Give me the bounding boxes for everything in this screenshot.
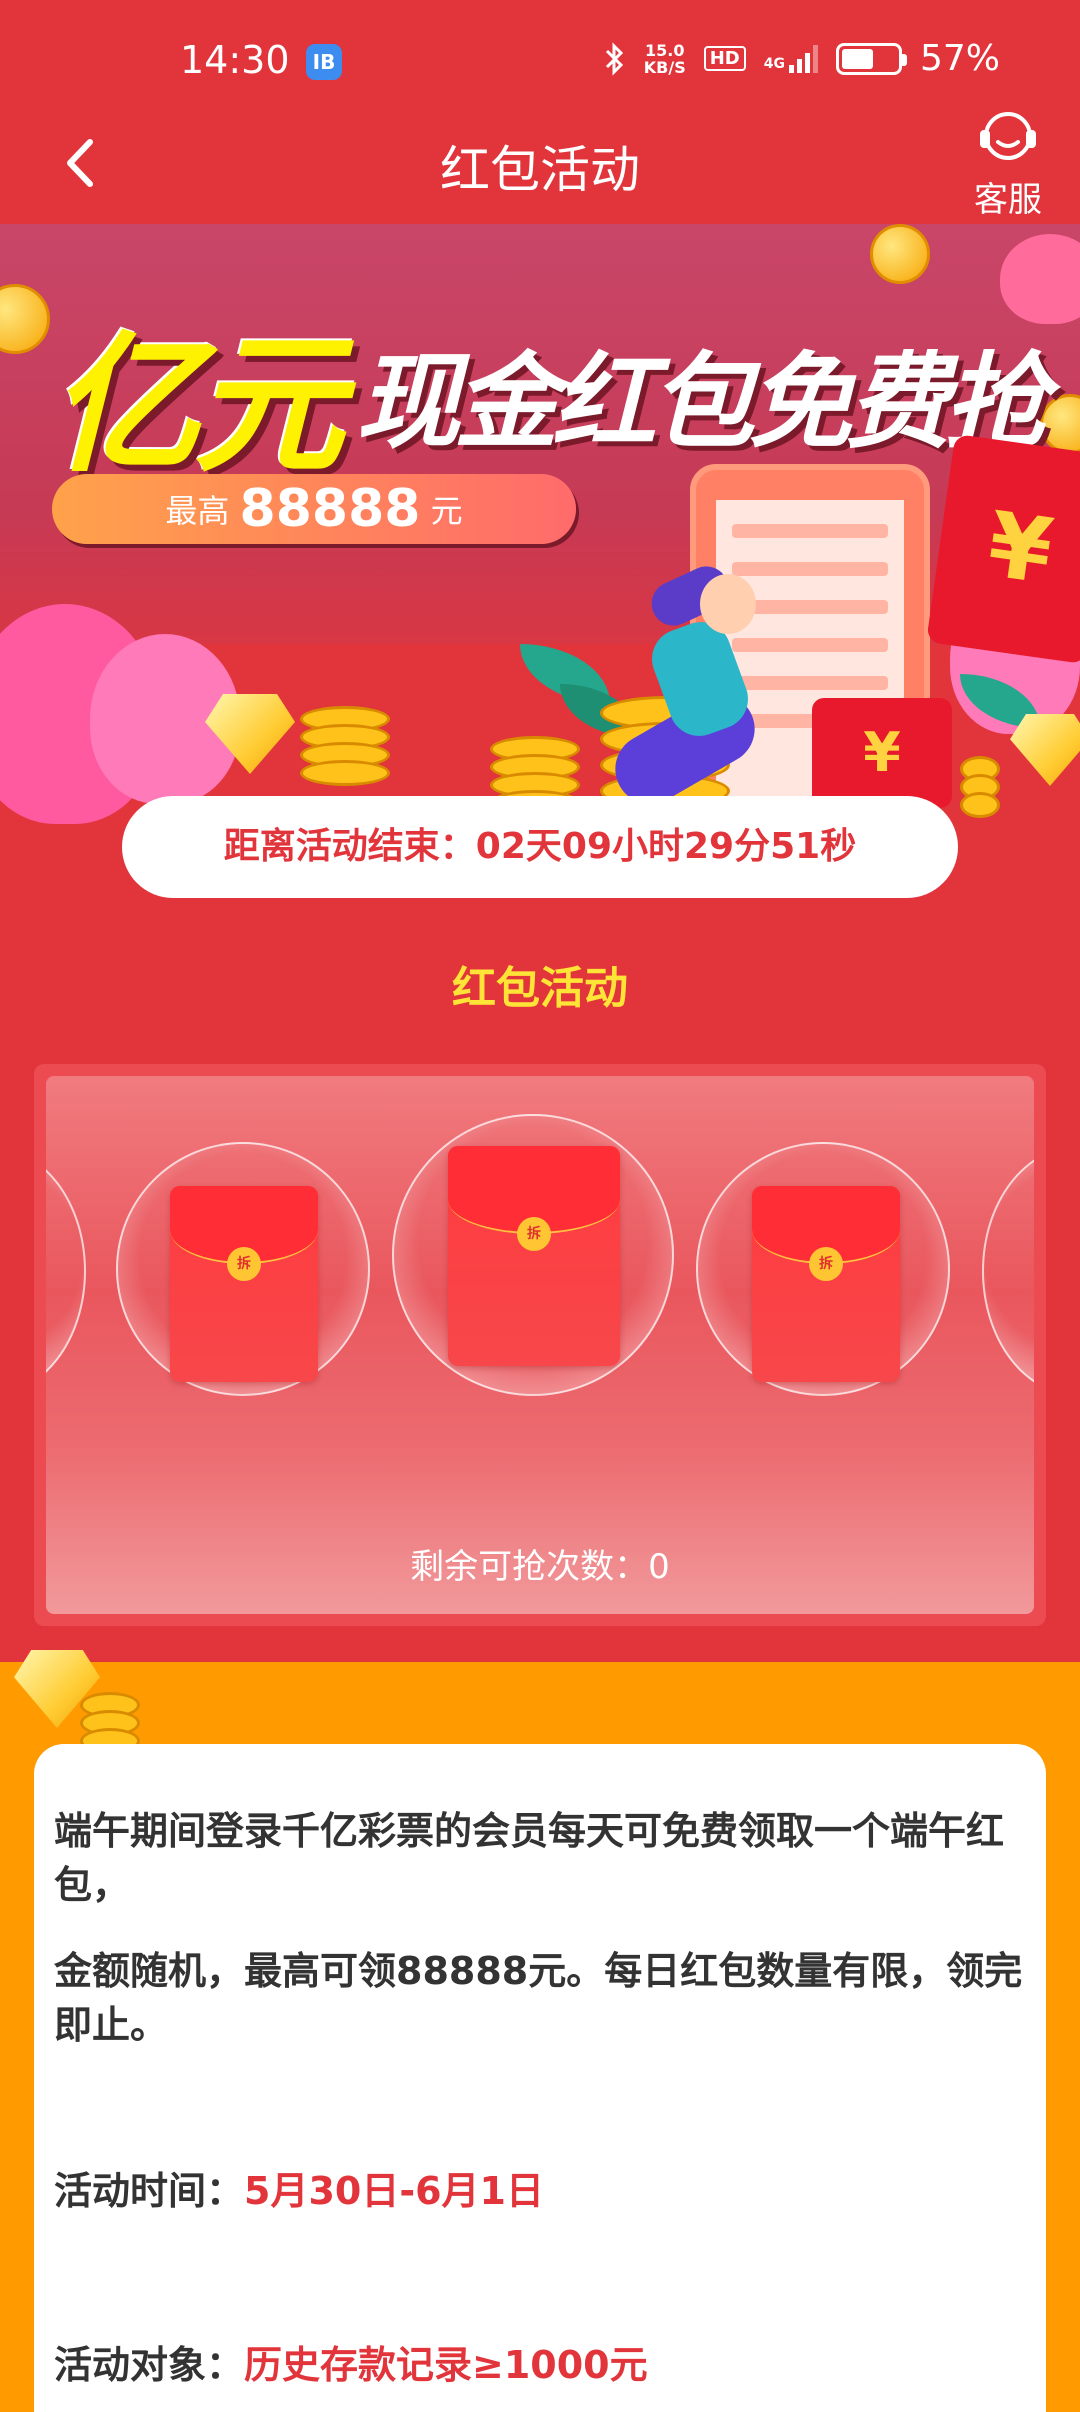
net-speed: 15.0 KB/S (643, 40, 686, 77)
red-packet[interactable]: 拆 (752, 1186, 900, 1382)
max-amount-pill: 最高 88888 元 (52, 474, 576, 544)
red-packet-bubble[interactable]: 拆 (392, 1114, 674, 1396)
page-title: 红包活动 (440, 141, 640, 199)
banner-sub-text: 现金红包免费抢 (356, 341, 1048, 463)
status-indicators: 15.0 KB/S HD 4G 57% (604, 38, 1000, 79)
packet-seal-icon: 拆 (227, 1247, 261, 1282)
packet-seal-icon: 拆 (809, 1247, 843, 1282)
coin-icon (1040, 394, 1080, 454)
banner-big-text: 亿元 (50, 319, 344, 493)
battery-icon (835, 42, 907, 75)
coin-icon (870, 224, 930, 284)
nav-bar: 红包活动 客服 (0, 100, 1080, 224)
status-time: 14:30 (180, 38, 290, 82)
section-title: 红包活动 (452, 963, 628, 1014)
signal-indicator: 4G (764, 44, 818, 73)
bluetooth-icon (605, 41, 623, 76)
info-paragraph: 金额随机，最高可领88888元。每日红包数量有限，领完即止。 (54, 1949, 1023, 2047)
red-packet[interactable]: 拆 (170, 1186, 318, 1382)
countdown-timer: 距离活动结束：02天09小时29分51秒 (122, 796, 958, 898)
customer-service-button[interactable]: 客服 (960, 108, 1056, 220)
battery-percent: 57% (919, 38, 1000, 79)
activity-target-value: 历史存款记录≥1000元 (244, 2343, 648, 2387)
red-packet-panel: 拆 拆 拆 剩余可抢次数：0 (34, 1064, 1046, 1626)
red-packet-carousel: 拆 拆 拆 剩余可抢次数：0 (46, 1076, 1034, 1614)
coin-stack-icon (300, 706, 390, 786)
promo-banner: 亿元 现金红包免费抢 最高 88888 元 ¥ ¥ (0, 224, 1080, 854)
red-packet-bubble[interactable]: 拆 (116, 1142, 370, 1396)
bubble-right-edge (982, 1146, 1034, 1396)
remaining-count: 剩余可抢次数：0 (410, 1547, 670, 1587)
app-notification-icon: IB (306, 44, 342, 80)
red-packet-bubble[interactable]: 拆 (696, 1142, 950, 1396)
activity-time-row: 活动时间：5月30日-6月1日 (54, 2164, 1034, 2218)
coin-stack-icon (960, 756, 1000, 818)
activity-target-row: 活动对象：历史存款记录≥1000元 (54, 2338, 1034, 2392)
coin-icon (0, 284, 50, 354)
activity-info-card: 端午期间登录千亿彩票的会员每天可免费领取一个端午红包， 金额随机，最高可领888… (34, 1744, 1046, 2412)
red-packet[interactable]: 拆 (448, 1146, 620, 1366)
gem-coins-decoration (14, 1650, 140, 1754)
hd-badge: HD (703, 46, 746, 71)
red-envelope-icon: ¥ (812, 698, 952, 808)
activity-time-value: 5月30日-6月1日 (244, 2169, 544, 2213)
activity-target-label: 活动对象： (54, 2343, 245, 2387)
info-paragraph: 端午期间登录千亿彩票的会员每天可免费领取一个端午红包， (54, 1809, 1005, 1907)
signal-bars-icon (788, 44, 818, 73)
activity-time-label: 活动时间： (54, 2169, 245, 2213)
customer-service-label: 客服 (974, 180, 1042, 220)
packet-seal-icon: 拆 (517, 1217, 551, 1251)
headset-icon (980, 112, 1036, 160)
bubble-left-edge (46, 1146, 86, 1396)
